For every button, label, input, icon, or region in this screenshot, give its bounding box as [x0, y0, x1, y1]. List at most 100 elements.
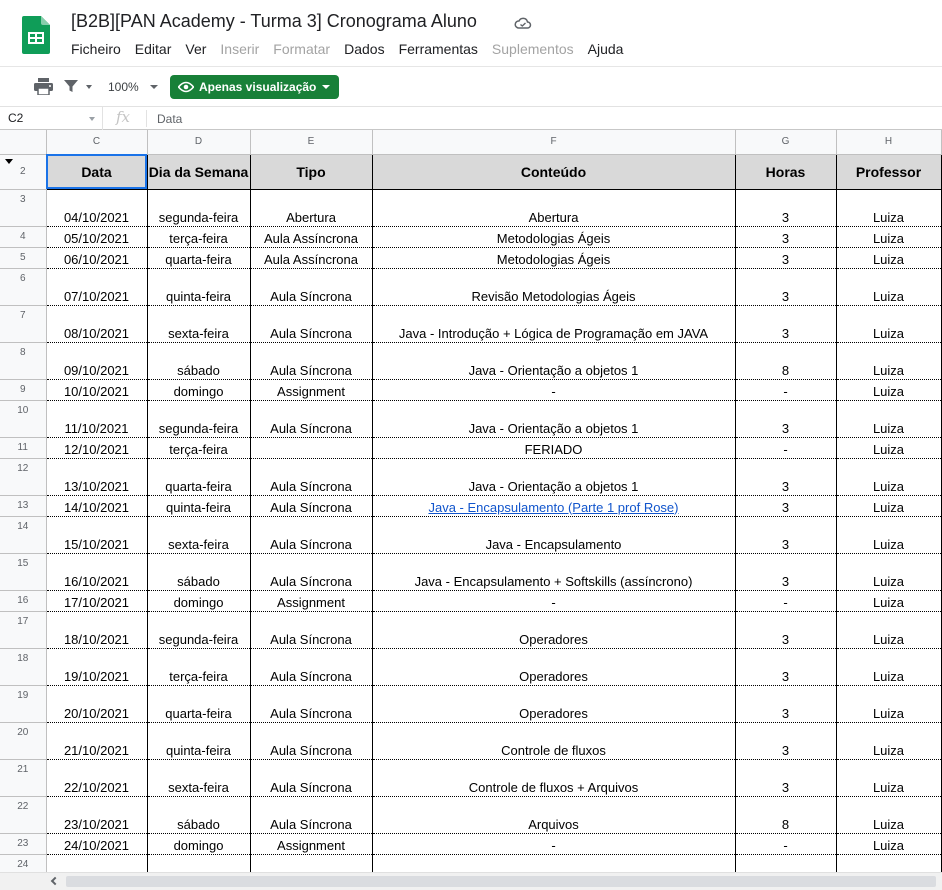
cell-hours[interactable]: 3	[735, 516, 837, 554]
cell-content[interactable]	[372, 854, 736, 872]
cell-hours[interactable]: 3	[735, 268, 837, 306]
cell-hours[interactable]: 3	[735, 553, 837, 591]
cell-hours[interactable]: 3	[735, 305, 837, 343]
row-number[interactable]: 22	[0, 796, 47, 834]
cell-date[interactable]: 23/10/2021	[46, 796, 148, 834]
print-icon[interactable]	[34, 78, 53, 95]
cell-teacher[interactable]: Luiza	[836, 400, 942, 438]
menu-ver[interactable]: Ver	[185, 41, 206, 57]
cell-type[interactable]	[250, 854, 373, 872]
cell-weekday[interactable]: domingo	[147, 833, 251, 855]
cell-content[interactable]: Metodologias Ágeis	[372, 226, 736, 248]
cell-hours[interactable]: -	[735, 833, 837, 855]
row-number[interactable]: 10	[0, 400, 47, 438]
name-box[interactable]: C2	[0, 107, 103, 130]
name-box-caret-icon[interactable]	[89, 117, 95, 121]
row-number[interactable]: 16	[0, 590, 47, 612]
cell-weekday[interactable]: quarta-feira	[147, 247, 251, 269]
column-header-h[interactable]: H	[836, 130, 942, 155]
scroll-left-arrow-icon[interactable]	[50, 876, 60, 886]
row-number[interactable]: 21	[0, 759, 47, 797]
cell-date[interactable]: 05/10/2021	[46, 226, 148, 248]
cell-type[interactable]: Abertura	[250, 189, 373, 227]
cell-date[interactable]: 06/10/2021	[46, 247, 148, 269]
cell-date[interactable]: 19/10/2021	[46, 648, 148, 686]
header-cell-teacher[interactable]: Professor	[836, 154, 942, 190]
row-number[interactable]: 13	[0, 495, 47, 517]
cell-hours[interactable]: 3	[735, 495, 837, 517]
header-cell-weekday[interactable]: Dia da Semana	[147, 154, 251, 190]
cell-teacher[interactable]: Luiza	[836, 833, 942, 855]
cell-hours[interactable]: 3	[735, 648, 837, 686]
cell-type[interactable]: Aula Síncrona	[250, 305, 373, 343]
cell-weekday[interactable]: terça-feira	[147, 226, 251, 248]
cell-hours[interactable]: 3	[735, 458, 837, 496]
cell-weekday[interactable]: segunda-feira	[147, 400, 251, 438]
header-cell-type[interactable]: Tipo	[250, 154, 373, 190]
cell-hours[interactable]: 8	[735, 796, 837, 834]
cell-teacher[interactable]: Luiza	[836, 796, 942, 834]
cell-teacher[interactable]: Luiza	[836, 458, 942, 496]
menu-editar[interactable]: Editar	[135, 41, 172, 57]
cell-teacher[interactable]: Luiza	[836, 495, 942, 517]
cell-date[interactable]: 13/10/2021	[46, 458, 148, 496]
cell-teacher[interactable]: Luiza	[836, 759, 942, 797]
filter-icon[interactable]	[64, 79, 78, 93]
cell-weekday[interactable]: quinta-feira	[147, 495, 251, 517]
hidden-rows-arrow-icon[interactable]	[5, 158, 13, 164]
cell-date[interactable]: 16/10/2021	[46, 553, 148, 591]
cell-teacher[interactable]: Luiza	[836, 379, 942, 401]
cell-content[interactable]: Abertura	[372, 189, 736, 227]
cell-content[interactable]: Java - Introdução + Lógica de Programaçã…	[372, 305, 736, 343]
row-number[interactable]: 11	[0, 437, 47, 459]
cell-teacher[interactable]: Luiza	[836, 268, 942, 306]
cell-weekday[interactable]: sexta-feira	[147, 305, 251, 343]
cell-hours[interactable]: 3	[735, 400, 837, 438]
cell-date[interactable]	[46, 854, 148, 872]
cell-weekday[interactable]: terça-feira	[147, 437, 251, 459]
sheets-logo-icon[interactable]	[22, 16, 50, 54]
select-all-corner[interactable]	[0, 130, 47, 155]
row-number[interactable]: 14	[0, 516, 47, 554]
cell-date[interactable]: 10/10/2021	[46, 379, 148, 401]
header-cell-date[interactable]: Data	[46, 154, 148, 190]
cell-date[interactable]: 12/10/2021	[46, 437, 148, 459]
cell-content[interactable]: Operadores	[372, 685, 736, 723]
formula-input[interactable]: Data	[157, 112, 182, 126]
row-number[interactable]: 9	[0, 379, 47, 401]
horizontal-scrollbar[interactable]	[0, 872, 942, 890]
cell-type[interactable]: Assignment	[250, 379, 373, 401]
cell-teacher[interactable]: Luiza	[836, 722, 942, 760]
row-number[interactable]: 15	[0, 553, 47, 591]
row-number[interactable]: 3	[0, 189, 47, 227]
cell-weekday[interactable]: sexta-feira	[147, 759, 251, 797]
cell-weekday[interactable]: segunda-feira	[147, 189, 251, 227]
column-header-g[interactable]: G	[735, 130, 837, 155]
cell-weekday[interactable]: domingo	[147, 590, 251, 612]
cell-content[interactable]: Controle de fluxos	[372, 722, 736, 760]
column-header-f[interactable]: F	[372, 130, 736, 155]
cell-hours[interactable]: 3	[735, 611, 837, 649]
cell-type[interactable]: Assignment	[250, 590, 373, 612]
row-number[interactable]: 17	[0, 611, 47, 649]
row-number[interactable]: 19	[0, 685, 47, 723]
cell-date[interactable]: 04/10/2021	[46, 189, 148, 227]
cell-content[interactable]: -	[372, 590, 736, 612]
cell-type[interactable]: Aula Assíncrona	[250, 247, 373, 269]
view-only-mode-button[interactable]: Apenas visualização	[170, 75, 339, 99]
menu-ficheiro[interactable]: Ficheiro	[71, 41, 121, 57]
row-number[interactable]: 7	[0, 305, 47, 343]
cell-content[interactable]: -	[372, 379, 736, 401]
cell-content[interactable]: -	[372, 833, 736, 855]
cell-weekday[interactable]: sábado	[147, 796, 251, 834]
cell-weekday[interactable]: quarta-feira	[147, 458, 251, 496]
cell-type[interactable]: Aula Síncrona	[250, 722, 373, 760]
cell-date[interactable]: 20/10/2021	[46, 685, 148, 723]
cell-hours[interactable]: -	[735, 590, 837, 612]
cell-teacher[interactable]: Luiza	[836, 226, 942, 248]
cell-date[interactable]: 08/10/2021	[46, 305, 148, 343]
column-header-c[interactable]: C	[46, 130, 148, 155]
cell-content[interactable]: Operadores	[372, 611, 736, 649]
cell-hours[interactable]: -	[735, 437, 837, 459]
cell-content[interactable]: Revisão Metodologias Ágeis	[372, 268, 736, 306]
